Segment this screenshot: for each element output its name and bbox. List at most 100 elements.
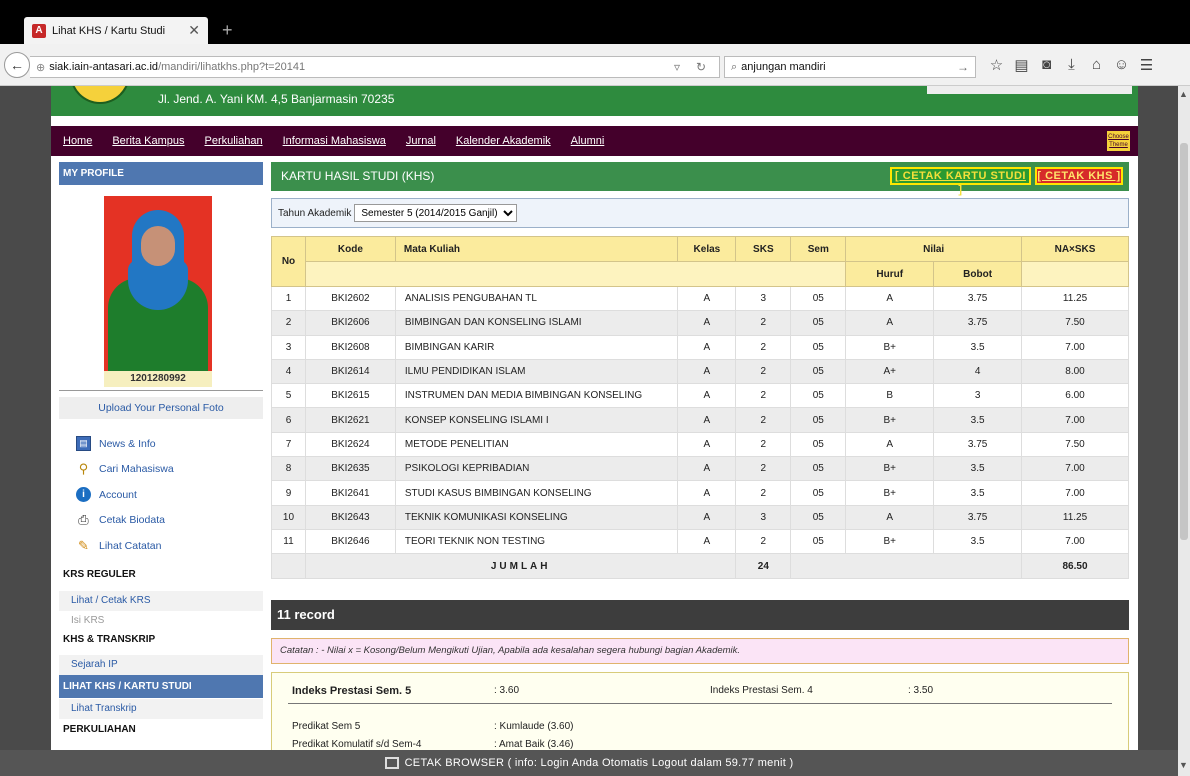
scroll-thumb[interactable] (1180, 143, 1188, 540)
cell-mata-kuliah: ANALISIS PENGUBAHAN TL (394, 285, 679, 312)
status-text: CETAK BROWSER ( info: Login Anda Otomati… (404, 757, 794, 769)
hamburger-menu-icon[interactable]: ☰ (1134, 56, 1159, 74)
browser-tab[interactable]: A Lihat KHS / Kartu Studi ✕ (24, 17, 208, 44)
monitor-icon (384, 757, 399, 769)
cell-sem: 05 (790, 504, 847, 530)
cell-huruf: A+ (845, 358, 935, 385)
download-icon[interactable]: ⤓ (1059, 56, 1084, 74)
cetak-khs-button[interactable]: [ CETAK KHS ] (1035, 167, 1123, 185)
dropdown-history-icon[interactable]: ▿ (674, 60, 680, 74)
sidebar-link-lihat-transkrip[interactable]: Lihat Transkrip (59, 699, 263, 719)
header-bobot: Bobot (933, 261, 1023, 287)
tab-title: Lihat KHS / Kartu Studi (52, 24, 166, 37)
cell-sks: 3 (735, 285, 792, 312)
sidebar-link-isi-krs[interactable]: Isi KRS (59, 611, 263, 631)
campus-address: Jl. Jend. A. Yani KM. 4,5 Banjarmasin 70… (158, 92, 395, 106)
ip-row: Predikat Sem 5 : Kumlaude (3.60) (288, 721, 1112, 735)
sidebar-icon-links: ▤ News & Info ⚲ Cari Mahasiswa i Account… (59, 431, 263, 559)
menu-alumni[interactable]: Alumni (571, 135, 605, 147)
sync-icon[interactable]: ☺ (1109, 56, 1134, 74)
sidebar-item-account[interactable]: i Account (59, 482, 263, 508)
cell-bobot: 3.5 (933, 456, 1023, 482)
table-row: 9 BKI2641 STUDI KASUS BIMBINGAN KONSELING A… (271, 480, 1129, 506)
cell-kode: BKI2624 (304, 431, 396, 458)
sidebar-link-lihat-cetak-krs[interactable]: Lihat / Cetak KRS (59, 591, 263, 611)
cell-mata-kuliah: STUDI KASUS BIMBINGAN KONSELING (394, 480, 679, 506)
menu-berita-kampus[interactable]: Berita Kampus (112, 135, 184, 147)
semester-select[interactable]: Semester 5 (2014/2015 Ganjil) (354, 204, 518, 222)
sidebar-item-cetak-biodata[interactable]: ⎙ Cetak Biodata (59, 508, 263, 534)
cell-huruf: B+ (845, 407, 935, 433)
cell-na-sks: 6.00 (1021, 383, 1129, 409)
new-tab-icon[interactable]: + (222, 20, 233, 41)
cell-bobot: 4 (933, 358, 1023, 385)
cell-no: 8 (271, 456, 306, 482)
cetak-kartu-studi-button[interactable]: [ CETAK KARTU STUDI ] (890, 167, 1031, 196)
menu-jurnal[interactable]: Jurnal (406, 135, 436, 147)
header-no: No (271, 236, 306, 287)
scroll-up-icon[interactable]: ▲ (1179, 89, 1188, 99)
cell-sks: 2 (735, 456, 792, 482)
choose-theme-button[interactable]: Choose Theme (1107, 131, 1130, 151)
header-huruf: Huruf (845, 261, 935, 287)
sidebar-item-lihat-khs-active[interactable]: LIHAT KHS / KARTU STUDI (59, 675, 263, 698)
back-arrow-icon[interactable]: ← (4, 52, 30, 78)
table-row: 11 BKI2646 TEORI TEKNIK NON TESTING A 2 05 B+ 3… (271, 528, 1129, 555)
academic-year-filter: Tahun Akademik Semester 5 (2014/2015 Gan… (271, 198, 1129, 228)
bookmark-star-icon[interactable]: ☆ (984, 56, 1009, 74)
cell-sem: 05 (790, 431, 847, 458)
scroll-down-icon[interactable]: ▼ (1179, 760, 1188, 770)
cell-na-sks: 11.25 (1021, 285, 1129, 312)
khs-table: No Kode Mata Kuliah Kelas SKS Sem Nilai … (271, 236, 1129, 580)
khs-table-body: 1 BKI2602 ANALISIS PENGUBAHAN TL A 3 05 A 3.75 1… (271, 285, 1129, 555)
address-bar[interactable]: ⊕ siak.iain-antasari.ac.id/mandiri/lihat… (30, 56, 720, 78)
cell-sks: 2 (735, 358, 792, 385)
cell-huruf: B+ (845, 456, 935, 482)
pocket-icon[interactable]: ◙ (1034, 56, 1059, 74)
cell-sem: 05 (790, 285, 847, 312)
cell-bobot: 3.5 (933, 528, 1023, 555)
menu-kalender-akademik[interactable]: Kalender Akademik (456, 135, 551, 147)
url-path: /mandiri/lihatkhs.php?t=20141 (158, 61, 306, 73)
section-krs-reguler: KRS REGULER (63, 569, 136, 580)
close-tab-icon[interactable]: ✕ (188, 22, 200, 39)
cell-sks: 2 (735, 310, 792, 336)
reload-icon[interactable]: ↻ (696, 60, 706, 74)
cell-kelas: A (677, 383, 737, 409)
menu-home[interactable]: Home (63, 135, 92, 147)
cell-sks: 2 (735, 407, 792, 433)
menu-informasi-mahasiswa[interactable]: Informasi Mahasiswa (283, 135, 386, 147)
cell-no: 1 (271, 285, 306, 312)
cell-na-sks: 8.00 (1021, 358, 1129, 385)
header-mata-kuliah: Mata Kuliah (394, 236, 679, 262)
browser-tab-bar: A Lihat KHS / Kartu Studi ✕ + (0, 0, 1190, 44)
cell-no: 10 (271, 504, 306, 530)
home-icon[interactable]: ⌂ (1084, 56, 1109, 74)
cell-kode: BKI2643 (304, 504, 396, 530)
cell-sks: 2 (735, 383, 792, 409)
search-go-icon[interactable]: → (957, 60, 969, 74)
menu-perkuliahan[interactable]: Perkuliahan (205, 135, 263, 147)
upload-photo-link[interactable]: Upload Your Personal Foto (59, 397, 263, 419)
news-icon: ▤ (76, 436, 91, 452)
site-header: Jl. Jend. A. Yani KM. 4,5 Banjarmasin 70… (51, 86, 1138, 116)
sidebar-item-news[interactable]: ▤ News & Info (59, 431, 263, 457)
university-logo-icon (70, 86, 130, 104)
cell-no: 3 (271, 334, 306, 360)
cell-bobot: 3.5 (933, 407, 1023, 433)
sidebar-item-cari-mahasiswa[interactable]: ⚲ Cari Mahasiswa (59, 457, 263, 483)
cell-sks: 2 (735, 334, 792, 360)
cell-kode: BKI2608 (304, 334, 396, 360)
sidebar-item-lihat-catatan[interactable]: ✎ Lihat Catatan (59, 533, 263, 559)
sidebar-item-label: Lihat Catatan (99, 539, 162, 552)
page-scrollbar[interactable]: ▲ ▼ (1178, 86, 1190, 776)
browser-nav-bar: ← ⊕ siak.iain-antasari.ac.id/mandiri/lih… (0, 44, 1190, 86)
cell-kode: BKI2646 (304, 528, 396, 555)
cell-na-sks: 7.00 (1021, 334, 1129, 360)
cell-sks: 2 (735, 528, 792, 555)
reading-list-icon[interactable]: ▤ (1009, 56, 1034, 74)
profile-photo (104, 196, 212, 371)
sidebar-link-sejarah-ip[interactable]: Sejarah IP (59, 655, 263, 675)
browser-search-input[interactable]: ⌕ anjungan mandiri → (724, 56, 976, 78)
header-spacer (304, 261, 847, 287)
